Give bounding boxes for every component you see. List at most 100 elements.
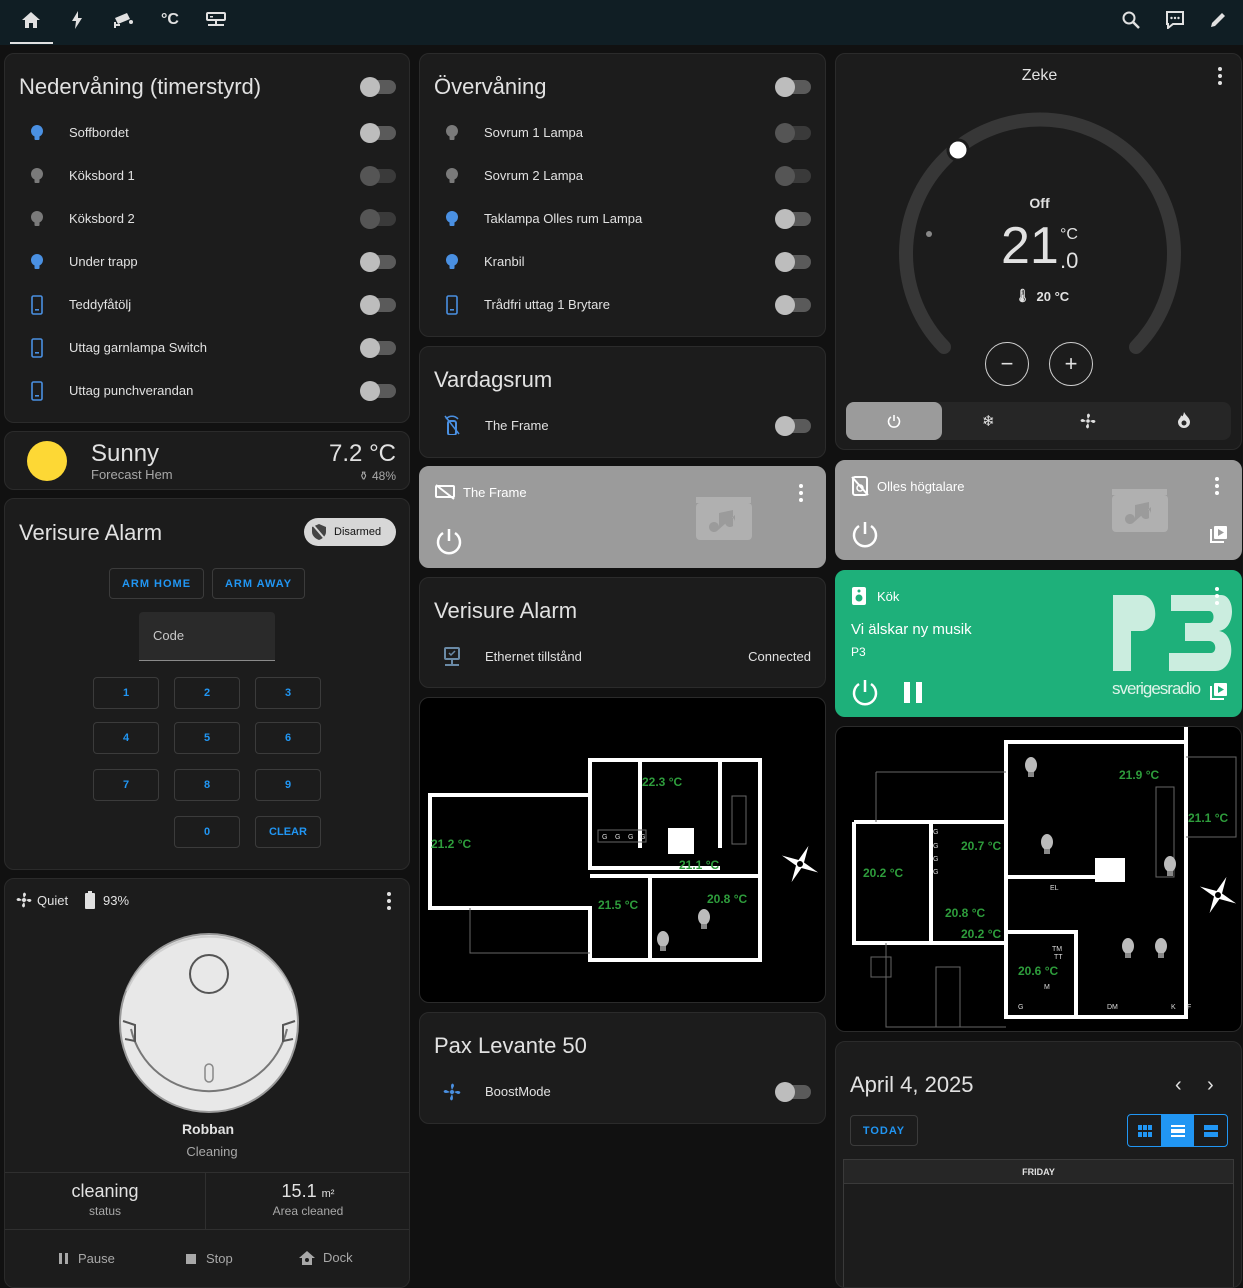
search-icon[interactable]	[1116, 8, 1146, 32]
keypad-key[interactable]: 9	[255, 769, 321, 801]
lamp-icon[interactable]	[1121, 938, 1135, 960]
more-options-icon[interactable]	[798, 484, 804, 502]
more-options-icon[interactable]	[1214, 587, 1220, 605]
row-toggle[interactable]	[775, 166, 811, 186]
day-view-button[interactable]	[1161, 1115, 1194, 1146]
top-app-bar: °C	[0, 0, 1243, 45]
more-options-icon[interactable]	[386, 892, 392, 910]
lamp-icon[interactable]	[1024, 757, 1038, 779]
keypad-key[interactable]: 0	[174, 816, 240, 848]
arm-away-button[interactable]: ARM AWAY	[212, 568, 305, 599]
plus-icon: +	[1064, 351, 1078, 376]
row-label: Kranbil	[484, 254, 525, 269]
keypad-key[interactable]: 6	[255, 722, 321, 754]
decrease-temp-button[interactable]: −	[985, 342, 1029, 386]
row-label: Sovrum 1 Lampa	[484, 125, 583, 140]
fire-icon[interactable]	[1178, 412, 1190, 433]
row-toggle[interactable]	[775, 295, 811, 315]
temperature-label[interactable]: 20.8 °C	[945, 906, 985, 920]
chat-icon[interactable]	[1160, 8, 1190, 32]
temperature-label[interactable]: 21.1 °C	[679, 858, 719, 872]
lamp-icon[interactable]	[1154, 938, 1168, 960]
keypad-key[interactable]: 5	[174, 722, 240, 754]
cctv-icon[interactable]	[108, 8, 138, 32]
row-toggle[interactable]	[360, 252, 396, 272]
more-options-icon[interactable]	[1214, 477, 1220, 495]
keypad-key[interactable]: 2	[174, 677, 240, 709]
stop-button[interactable]: Stop	[186, 1251, 233, 1266]
chevron-right-icon[interactable]: ›	[1207, 1074, 1214, 1097]
keypad-key[interactable]: 3	[255, 677, 321, 709]
pause-button[interactable]: Pause	[59, 1251, 115, 1266]
lamp-icon[interactable]	[656, 931, 670, 953]
temperature-label[interactable]: 20.6 °C	[1018, 964, 1058, 978]
media-browse-icon[interactable]	[1210, 525, 1228, 548]
row-toggle[interactable]	[360, 381, 396, 401]
mode-off-button[interactable]	[846, 402, 942, 440]
row-toggle[interactable]	[360, 295, 396, 315]
row-toggle[interactable]	[775, 252, 811, 272]
row-toggle[interactable]	[360, 166, 396, 186]
boostmode-toggle[interactable]	[775, 1082, 811, 1102]
card-title: Övervåning	[434, 74, 547, 99]
row-toggle[interactable]	[360, 338, 396, 358]
weather-source: Forecast Hem	[91, 467, 173, 482]
lightning-icon[interactable]	[62, 8, 92, 32]
temperature-label[interactable]: 21.2 °C	[431, 837, 471, 851]
temperature-label[interactable]: 20.8 °C	[707, 892, 747, 906]
keypad-key[interactable]: 1	[93, 677, 159, 709]
arm-home-button[interactable]: ARM HOME	[109, 568, 204, 599]
temperature-label[interactable]: 21.1 °C	[1188, 811, 1228, 825]
lamp-icon[interactable]	[1163, 856, 1177, 878]
home-icon[interactable]	[16, 8, 46, 32]
fan-mode[interactable]: Quiet	[15, 891, 68, 909]
lamp-icon[interactable]	[697, 909, 711, 931]
today-button[interactable]: TODAY	[850, 1115, 918, 1146]
row-label: Teddyfåtölj	[69, 297, 132, 312]
week-view-button[interactable]	[1194, 1115, 1227, 1146]
temperature-label[interactable]: 21.9 °C	[1119, 768, 1159, 782]
code-input[interactable]: Code	[139, 612, 275, 661]
the-frame-toggle[interactable]	[775, 416, 811, 436]
pause-button[interactable]	[904, 682, 922, 703]
target-temp-decimal: .0	[1060, 248, 1079, 273]
row-toggle[interactable]	[775, 209, 811, 229]
pencil-icon[interactable]	[1203, 8, 1233, 32]
keypad-key[interactable]: 8	[174, 769, 240, 801]
row-toggle[interactable]	[360, 123, 396, 143]
group-toggle[interactable]	[360, 77, 396, 97]
month-view-button[interactable]	[1128, 1115, 1161, 1146]
row-toggle[interactable]	[360, 209, 396, 229]
temperature-label[interactable]: 20.2 °C	[961, 927, 1001, 941]
calendar-card: April 4, 2025 ‹ › TODAY FRIDAY	[835, 1041, 1242, 1288]
weather-card[interactable]: Sunny Forecast Hem 7.2 °C ⚱ 48%	[4, 431, 410, 490]
svg-text:TT: TT	[1054, 954, 1063, 961]
more-options-icon[interactable]	[1217, 67, 1223, 85]
keypad-key[interactable]: 7	[93, 769, 159, 801]
chevron-left-icon[interactable]: ‹	[1175, 1074, 1182, 1097]
increase-temp-button[interactable]: +	[1049, 342, 1093, 386]
row-label: Soffbordet	[69, 125, 129, 140]
temperature-label[interactable]: 21.5 °C	[598, 898, 638, 912]
snowflake-icon[interactable]: ❄	[982, 412, 995, 430]
power-button[interactable]	[435, 527, 463, 560]
dock-button[interactable]: Dock	[299, 1250, 353, 1265]
media-browse-icon[interactable]	[1210, 682, 1228, 705]
row-toggle[interactable]	[775, 123, 811, 143]
fan-mode-icon[interactable]	[1079, 412, 1097, 435]
fan-icon	[16, 892, 32, 908]
keypad-key[interactable]: 4	[93, 722, 159, 754]
power-button[interactable]	[851, 678, 879, 711]
keypad-clear-button[interactable]: CLEAR	[255, 816, 321, 848]
power-button[interactable]	[851, 520, 879, 553]
row-label: BoostMode	[485, 1084, 551, 1099]
network-icon[interactable]	[201, 8, 231, 32]
thermometer-celsius-icon[interactable]: °C	[155, 8, 185, 32]
temperature-label[interactable]: 20.2 °C	[863, 866, 903, 880]
temperature-label[interactable]: 22.3 °C	[642, 775, 682, 789]
group-toggle[interactable]	[775, 77, 811, 97]
temperature-label[interactable]: 20.7 °C	[961, 839, 1001, 853]
svg-text:G: G	[628, 834, 633, 841]
tv-remote-icon	[442, 415, 462, 435]
lamp-icon[interactable]	[1040, 834, 1054, 856]
